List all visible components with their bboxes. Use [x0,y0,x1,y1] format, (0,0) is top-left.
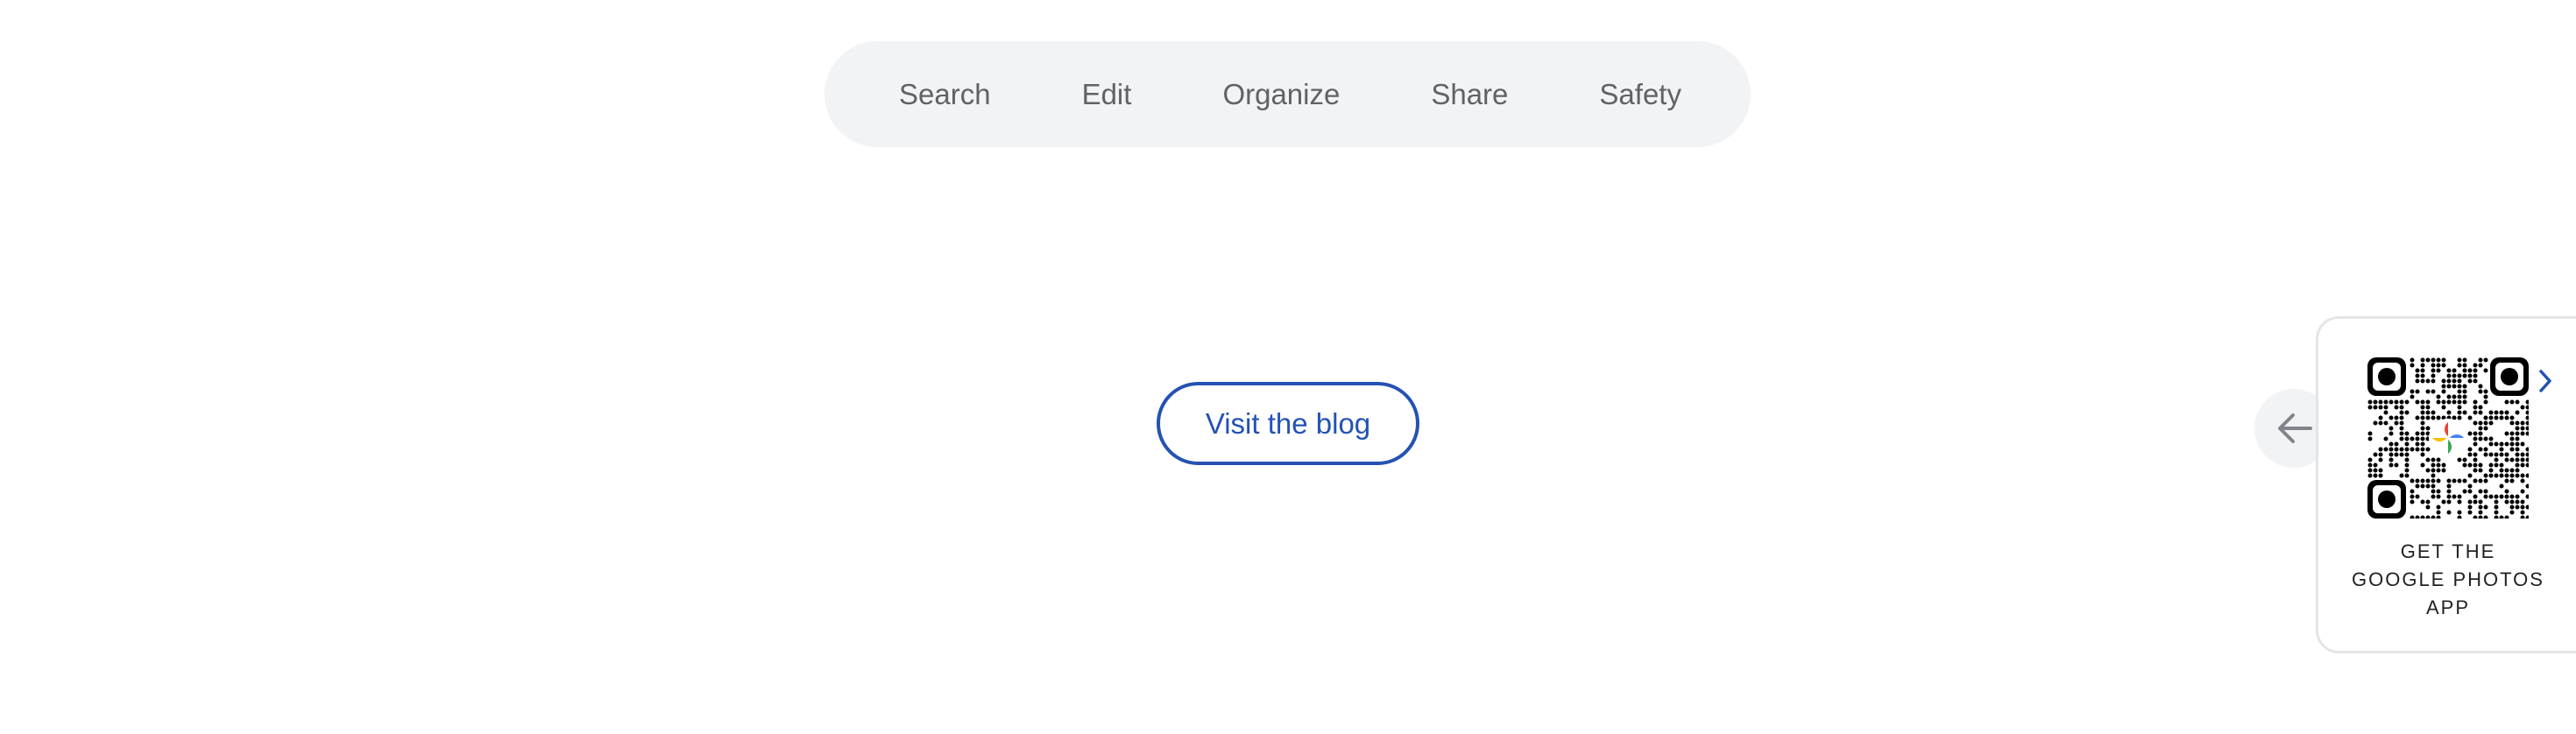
visit-blog-button[interactable]: Visit the blog [1157,382,1419,465]
caption-line: GOOGLE PHOTOS [2352,568,2544,590]
nav-item-safety[interactable]: Safety [1599,78,1681,111]
nav-item-edit[interactable]: Edit [1082,78,1132,111]
nav-item-share[interactable]: Share [1431,78,1508,111]
nav-item-organize[interactable]: Organize [1222,78,1340,111]
caption-line: APP [2425,596,2471,618]
caption-line: GET THE [2400,540,2496,562]
app-download-card: GET THE GOOGLE PHOTOS APP [2316,316,2576,653]
qr-code-icon [2367,357,2529,519]
get-app-caption: GET THE GOOGLE PHOTOS APP [2336,538,2560,622]
feature-nav: Search Edit Organize Share Safety [824,41,1751,147]
chevron-right-icon[interactable] [2536,368,2555,394]
arrow-left-icon [2278,413,2312,443]
nav-item-search[interactable]: Search [899,78,991,111]
